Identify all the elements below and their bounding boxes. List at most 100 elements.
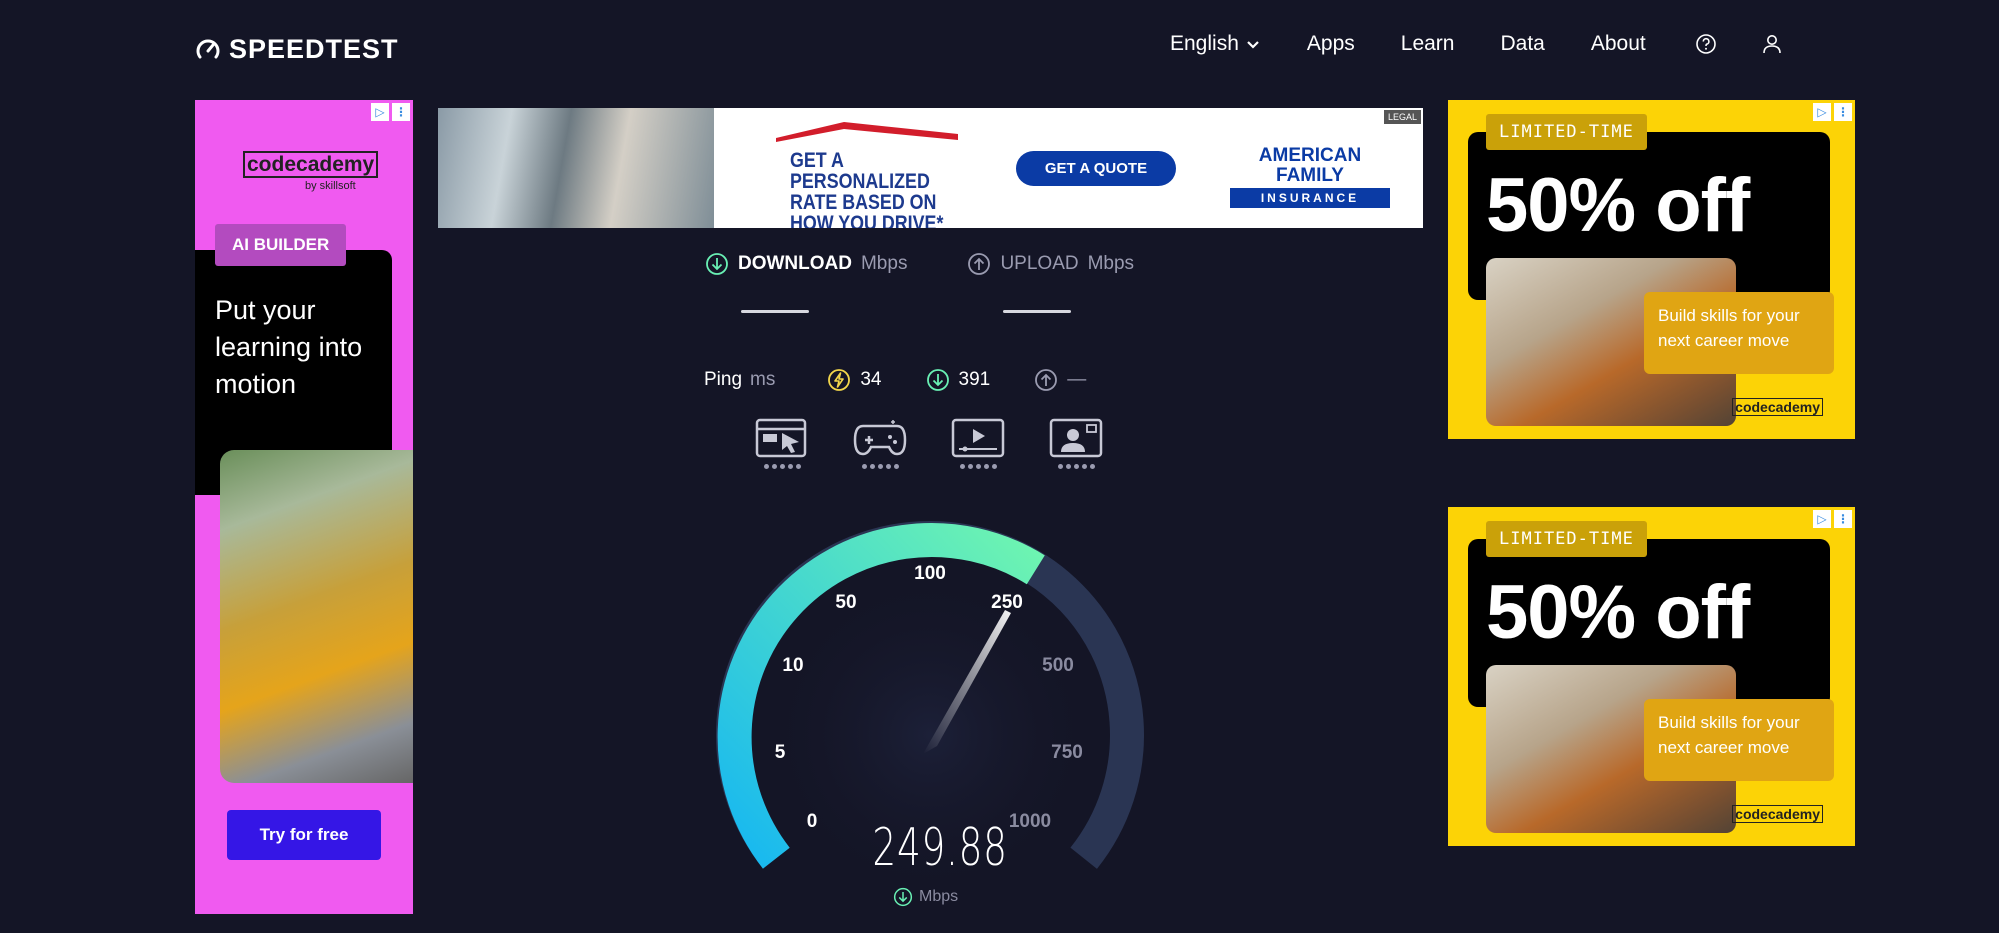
rating-dots (1057, 464, 1095, 469)
download-icon (706, 253, 728, 275)
ad-photo (438, 108, 714, 228)
tick-label: 100 (914, 563, 946, 584)
tick-label: 750 (1051, 742, 1083, 763)
streaming-rating[interactable] (951, 418, 1005, 469)
ad-copy: Build skills for your next career move (1644, 292, 1834, 374)
user-icon (1762, 35, 1781, 54)
ping-unit: ms (750, 369, 776, 390)
download-icon (926, 369, 949, 391)
download-icon (893, 887, 913, 907)
language-selector[interactable]: English (1170, 32, 1261, 56)
ping-row: Ping ms 34 391 — (704, 368, 1130, 392)
tab-download[interactable]: DOWNLOAD Mbps (705, 252, 908, 313)
nav-apps[interactable]: Apps (1307, 32, 1355, 56)
brand-name: codecademy (1732, 805, 1823, 823)
help-button[interactable] (1692, 30, 1720, 58)
roof-logo-icon (776, 122, 958, 142)
ping-upload-value: — (1067, 369, 1087, 390)
codecademy-logo: codecademy (243, 151, 379, 178)
rating-dots (763, 464, 801, 469)
ping-upload: — (1034, 368, 1086, 392)
ping-download: 391 (926, 368, 991, 392)
upload-icon (1035, 369, 1058, 391)
get-quote-button[interactable]: GET A QUOTE (1016, 151, 1176, 186)
top-banner-ad[interactable]: GET A PERSONALIZED RATE BASED ON HOW YOU… (438, 108, 1423, 228)
ad-choices[interactable]: ▷ ⋮ (371, 103, 410, 121)
ad-headline: GET A PERSONALIZED RATE BASED ON HOW YOU… (790, 149, 944, 228)
speed-tabs: DOWNLOAD Mbps UPLOAD Mbps (705, 252, 1135, 313)
speed-value: 249.88 (872, 818, 1008, 878)
tab-upload[interactable]: UPLOAD Mbps (967, 252, 1135, 313)
ad-photo (220, 450, 413, 783)
brand-name: AMERICAN FAMILY (1258, 145, 1362, 186)
ad-offer: 50% off (1486, 163, 1750, 248)
brand-name: codecademy (243, 151, 379, 178)
browser-icon (755, 418, 807, 458)
adchoices-icon: ▷ (1813, 103, 1831, 121)
upload-unit: Mbps (1087, 253, 1135, 274)
ad-choices[interactable]: ▷ ⋮ (1813, 510, 1852, 528)
tick-label: 500 (1042, 655, 1074, 676)
ping-download-value: 391 (958, 369, 991, 390)
left-ad[interactable]: ▷ ⋮ codecademy by skillsoft AI BUILDER Pu… (195, 100, 413, 914)
upload-label: UPLOAD (1000, 253, 1079, 274)
ping-idle-value: 34 (860, 369, 882, 390)
logo-text: SPEEDTEST (229, 34, 399, 64)
tick-label: 50 (835, 592, 856, 613)
adchoices-icon: ▷ (371, 103, 389, 121)
adchoices-icon: ▷ (1813, 510, 1831, 528)
speed-unit-label: Mbps (919, 888, 959, 905)
rating-dots (959, 464, 997, 469)
more-icon: ⋮ (392, 103, 410, 121)
brand-sub: INSURANCE (1230, 188, 1390, 208)
download-label: DOWNLOAD (738, 253, 852, 274)
right-ad-1[interactable]: ▷ ⋮ LIMITED-TIME 50% off Build skills for… (1448, 100, 1855, 439)
top-nav: English Apps Learn Data About (1170, 30, 1824, 58)
speedtest-logo[interactable]: SPEEDTEST (195, 34, 399, 65)
gaming-rating[interactable] (853, 418, 907, 469)
latency-idle-icon (828, 369, 851, 391)
account-button[interactable] (1758, 30, 1786, 58)
download-unit: Mbps (860, 253, 908, 274)
nav-learn[interactable]: Learn (1401, 32, 1455, 56)
tick-label: 1000 (1009, 811, 1051, 832)
speed-unit: Mbps (893, 887, 958, 907)
ad-tag: LIMITED-TIME (1486, 114, 1647, 150)
tick-label: 5 (775, 742, 786, 763)
video-call-icon (1049, 418, 1103, 458)
chevron-down-icon (1247, 41, 1259, 49)
gauge-icon (196, 39, 220, 58)
codecademy-logo: codecademy (1732, 398, 1823, 416)
video-call-rating[interactable] (1049, 418, 1103, 469)
help-icon (1695, 34, 1716, 54)
ad-copy: Build skills for your next career move (1644, 699, 1834, 781)
tick-label: 10 (782, 655, 803, 676)
download-underline (741, 310, 809, 313)
amfam-logo: AMERICAN FAMILY INSURANCE (1230, 146, 1390, 208)
tick-label: 0 (807, 811, 818, 832)
more-icon: ⋮ (1834, 103, 1852, 121)
upload-underline (1003, 310, 1072, 313)
tick-label: 250 (991, 592, 1023, 613)
ping-label: Ping (704, 369, 743, 390)
ad-tag: AI BUILDER (215, 224, 347, 266)
video-player-icon (951, 418, 1005, 458)
codecademy-logo: codecademy (1732, 805, 1823, 823)
nav-data[interactable]: Data (1500, 32, 1544, 56)
brand-sub: by skillsoft (305, 180, 356, 192)
ad-offer: 50% off (1486, 570, 1750, 655)
browsing-rating[interactable] (755, 418, 809, 469)
try-free-button[interactable]: Try for free (227, 810, 381, 860)
more-icon: ⋮ (1834, 510, 1852, 528)
ad-choices[interactable]: ▷ ⋮ (1813, 103, 1852, 121)
gamepad-icon (853, 420, 907, 456)
ad-headline: Put your learning into motion (215, 295, 363, 399)
legal-badge[interactable]: LEGAL (1383, 110, 1421, 124)
language-label: English (1170, 32, 1239, 55)
upload-icon (968, 253, 991, 275)
ping-idle: 34 (827, 368, 882, 392)
right-ad-2[interactable]: ▷ ⋮ LIMITED-TIME 50% off Build skills for… (1448, 507, 1855, 846)
brand-name: codecademy (1732, 398, 1823, 416)
nav-about[interactable]: About (1591, 32, 1646, 56)
use-case-icons (755, 418, 1103, 469)
